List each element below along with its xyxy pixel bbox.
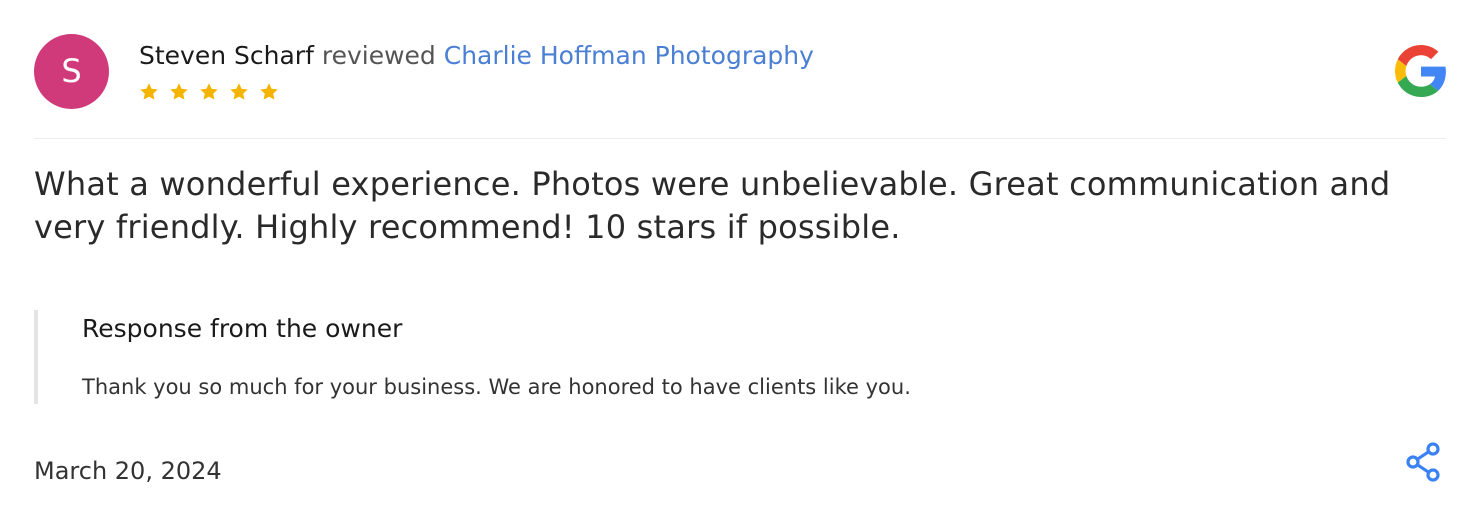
star-icon (140, 83, 158, 100)
star-rating (137, 80, 281, 104)
star-icon (260, 83, 278, 100)
avatar: S (34, 34, 109, 109)
review-date: March 20, 2024 (34, 457, 222, 485)
owner-response: Response from the owner Thank you so muc… (34, 310, 1238, 404)
response-title: Response from the owner (82, 314, 403, 343)
star-icon (170, 83, 188, 100)
review-text: What a wonderful experience. Photos were… (34, 165, 1391, 246)
review-card: S Steven Scharf reviewed Charlie Hoffman… (0, 0, 1479, 523)
google-icon (1395, 45, 1446, 97)
reviewer-name: Steven Scharf (139, 41, 314, 70)
star-icon (200, 83, 218, 100)
star-icon (230, 83, 248, 100)
divider (34, 138, 1446, 139)
share-icon[interactable] (1402, 440, 1446, 484)
review-header: Steven Scharf reviewed Charlie Hoffman P… (139, 40, 814, 72)
reviewed-word: reviewed (321, 41, 436, 70)
response-text: Thank you so much for your business. We … (82, 375, 911, 399)
business-name-link[interactable]: Charlie Hoffman Photography (444, 41, 814, 70)
